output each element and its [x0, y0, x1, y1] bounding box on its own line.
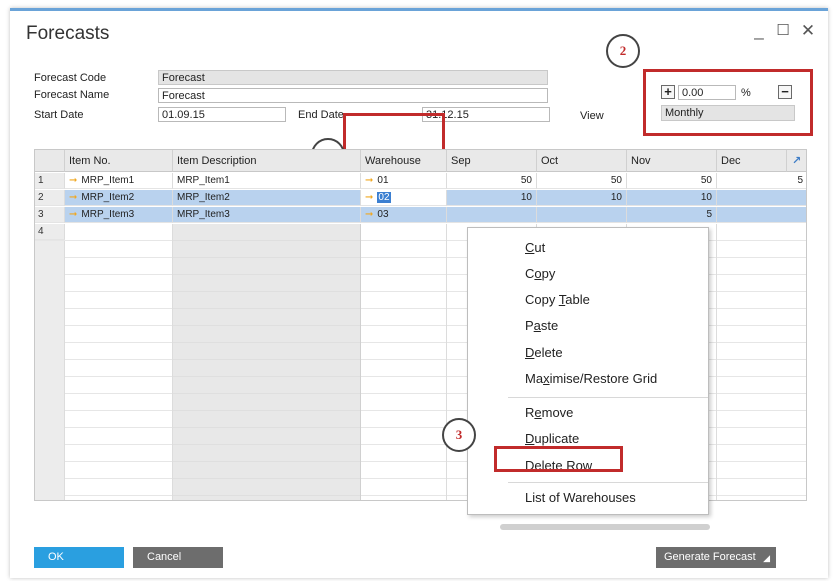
- grid-header-oct[interactable]: Oct: [537, 150, 627, 172]
- link-arrow-icon[interactable]: ➞: [365, 175, 373, 186]
- link-arrow-icon[interactable]: ➞: [69, 175, 77, 186]
- dec-cell[interactable]: 5: [717, 173, 806, 189]
- generate-forecast-button[interactable]: Generate Forecast ◢: [656, 547, 776, 568]
- warehouse-cell-active[interactable]: ➞ 02: [361, 190, 447, 206]
- maximize-icon[interactable]: ☐: [775, 21, 791, 39]
- grid-header-rownum: [35, 150, 65, 172]
- item-no-cell[interactable]: ➞ MRP_Item1: [65, 173, 173, 189]
- annotation-circle-3: 3: [442, 418, 476, 452]
- warehouse-cell[interactable]: ➞ 03: [361, 207, 447, 223]
- cancel-button[interactable]: Cancel: [133, 547, 223, 568]
- warehouse-cell[interactable]: ➞ 01: [361, 173, 447, 189]
- annotation-box-2: [643, 69, 813, 136]
- ok-button[interactable]: OK: [34, 547, 124, 568]
- menu-item-delete[interactable]: Delete: [525, 345, 563, 360]
- forecast-name-field[interactable]: Forecast: [158, 88, 548, 103]
- item-no-cell[interactable]: ➞ MRP_Item2: [65, 190, 173, 206]
- menu-item-copy[interactable]: Copy: [525, 266, 555, 281]
- dec-cell[interactable]: [717, 190, 806, 206]
- start-date-field[interactable]: 01.09.15: [158, 107, 286, 122]
- item-no-cell[interactable]: ➞ MRP_Item3: [65, 207, 173, 223]
- item-description-cell[interactable]: MRP_Item1: [173, 173, 361, 189]
- oct-cell[interactable]: [537, 207, 627, 223]
- grid-header-item-description[interactable]: Item Description: [173, 150, 361, 172]
- nov-cell[interactable]: 50: [627, 173, 717, 189]
- nov-cell[interactable]: 5: [627, 207, 717, 223]
- start-date-label: Start Date: [34, 109, 84, 121]
- menu-item-cut[interactable]: Cut: [525, 240, 545, 255]
- sep-cell[interactable]: 50: [447, 173, 537, 189]
- forecast-code-field[interactable]: Forecast: [158, 70, 548, 85]
- menu-separator: [508, 397, 708, 398]
- dropdown-arrow-icon: ◢: [763, 553, 770, 563]
- menu-separator: [508, 482, 708, 483]
- close-icon[interactable]: ✕: [800, 21, 816, 41]
- link-arrow-icon[interactable]: ➞: [69, 192, 77, 203]
- minimize-icon[interactable]: _: [751, 21, 767, 41]
- annotation-box-3: [494, 446, 623, 472]
- row-number: 3: [35, 207, 65, 223]
- item-description-cell[interactable]: MRP_Item3: [173, 207, 361, 223]
- grid-header-sep[interactable]: Sep: [447, 150, 537, 172]
- grid-header-nov[interactable]: Nov: [627, 150, 717, 172]
- forecast-code-label: Forecast Code: [34, 72, 107, 84]
- link-arrow-icon[interactable]: ➞: [365, 192, 373, 203]
- menu-item-duplicate[interactable]: Duplicate: [525, 431, 579, 446]
- row-number: 1: [35, 173, 65, 189]
- menu-item-maximise-restore-grid[interactable]: Maximise/Restore Grid: [525, 371, 657, 386]
- end-date-label: End Date: [298, 109, 344, 121]
- nov-cell[interactable]: 10: [627, 190, 717, 206]
- grid-header-dec[interactable]: Dec: [717, 150, 787, 172]
- menu-item-paste[interactable]: Paste: [525, 318, 558, 333]
- dec-cell[interactable]: [717, 207, 806, 223]
- grid-header-warehouse[interactable]: Warehouse: [361, 150, 447, 172]
- expand-grid-icon[interactable]: ↗: [787, 150, 806, 172]
- link-arrow-icon[interactable]: ➞: [365, 209, 373, 220]
- item-description-cell[interactable]: MRP_Item2: [173, 190, 361, 206]
- sep-cell[interactable]: [447, 207, 537, 223]
- view-label: View: [580, 110, 604, 122]
- horizontal-scrollbar[interactable]: [500, 524, 710, 530]
- forecast-name-label: Forecast Name: [34, 89, 110, 101]
- menu-item-copy-table[interactable]: Copy Table: [525, 292, 590, 307]
- row-number: 2: [35, 190, 65, 206]
- oct-cell[interactable]: 50: [537, 173, 627, 189]
- menu-item-remove[interactable]: Remove: [525, 405, 573, 420]
- grid-header-item-no[interactable]: Item No.: [65, 150, 173, 172]
- sep-cell[interactable]: 10: [447, 190, 537, 206]
- menu-item-list-of-warehouses[interactable]: List of Warehouses: [525, 490, 636, 505]
- link-arrow-icon[interactable]: ➞: [69, 209, 77, 220]
- window-title: Forecasts: [26, 23, 110, 44]
- forecasts-window: Forecasts _ ☐ ✕ Forecast Code Forecast F…: [10, 8, 828, 578]
- annotation-circle-2: 2: [606, 34, 640, 68]
- oct-cell[interactable]: 10: [537, 190, 627, 206]
